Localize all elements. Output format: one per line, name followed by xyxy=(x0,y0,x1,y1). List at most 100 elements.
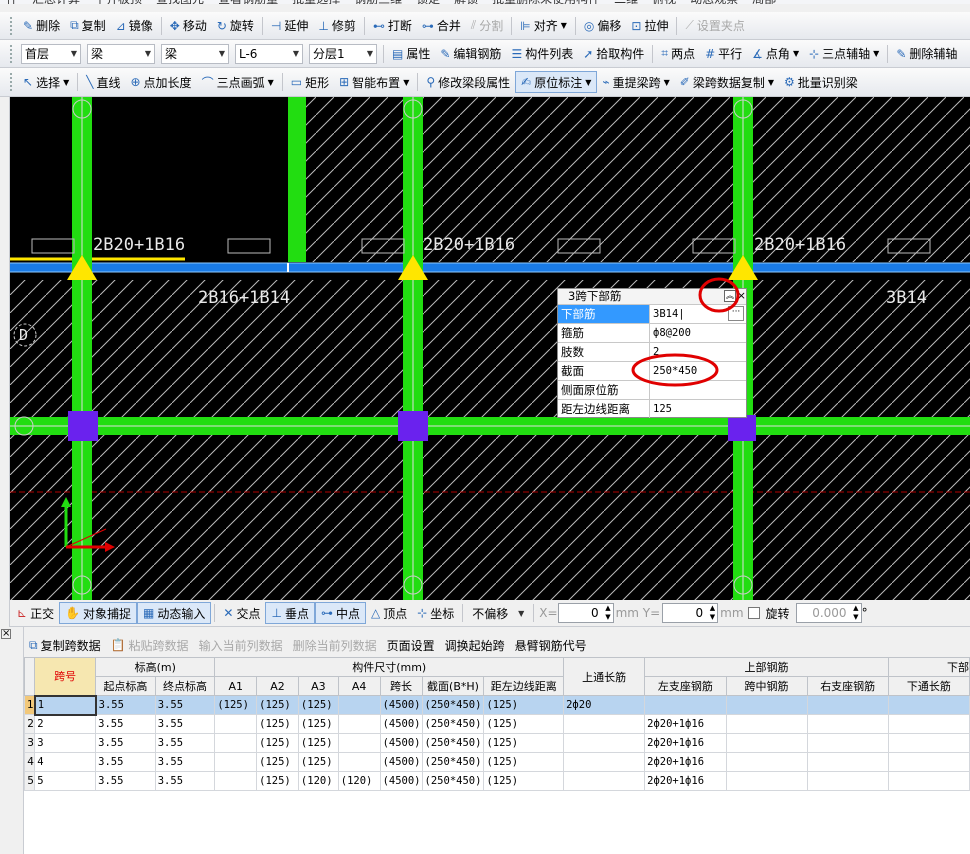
edit-rebar-button[interactable]: ✎ 编辑钢筋 xyxy=(435,43,506,65)
rotate-checkbox[interactable] xyxy=(747,607,760,619)
beam-top-rebar-label[interactable]: 2B20+1B16 xyxy=(754,235,846,255)
close-icon[interactable]: × xyxy=(737,289,746,303)
property-row[interactable]: 箍筋 ф8@200 xyxy=(558,323,746,342)
table-row[interactable]: 1 1 3.55 3.55 (125) (125) (125) (4500) (250*450)… xyxy=(24,694,970,716)
rotate-input[interactable]: 0.000 ▲ ▼ xyxy=(795,603,862,623)
stretch-button[interactable]: ⊡ 拉伸 xyxy=(626,15,673,37)
menu-item[interactable]: 局部 xyxy=(752,0,776,4)
original-annotation-button[interactable]: ✍ 原位标注 ▼ xyxy=(515,71,598,93)
table-cell[interactable]: 3.55 xyxy=(95,714,156,734)
property-value[interactable]: ф8@200 xyxy=(650,324,746,342)
table-cell[interactable] xyxy=(887,752,970,772)
column-header[interactable]: A3 xyxy=(297,676,339,696)
spin-icon[interactable]: ▲ ▼ xyxy=(710,604,715,622)
table-cell[interactable] xyxy=(806,752,889,772)
pick-component-button[interactable]: ➚ 拾取构件 xyxy=(578,43,649,65)
table-cell[interactable] xyxy=(644,695,727,715)
table-cell[interactable] xyxy=(337,695,381,715)
span-data-table[interactable]: 跨号 标高(m) 构件尺寸(mm) 上通长筋 上部钢筋 下部 起点标高 终点标高 A… xyxy=(24,657,970,854)
table-cell[interactable]: 3.55 xyxy=(154,733,216,753)
table-cell[interactable]: (125) xyxy=(483,733,565,753)
property-value[interactable]: 2 xyxy=(650,343,746,361)
table-row[interactable]: 5 5 3.55 3.55 (125) (120) (120) (4500) (250*450)… xyxy=(24,771,970,791)
coordinate-snap[interactable]: ⊹ 坐标 xyxy=(412,602,459,624)
column-header[interactable]: 截面(B*H) xyxy=(421,676,485,696)
menu-item[interactable]: 二维 xyxy=(614,0,638,4)
table-cell[interactable] xyxy=(887,695,970,715)
property-value[interactable]: 125 xyxy=(650,400,746,418)
table-cell[interactable]: 2ф20+1ф16 xyxy=(644,771,727,791)
menu-item[interactable]: 批量删除未使用构件 xyxy=(492,0,600,4)
table-row[interactable]: 4 4 3.55 3.55 (125) (125) (4500) (250*450) (125)… xyxy=(24,752,970,772)
column-header[interactable]: 下通长筋 xyxy=(887,676,970,696)
span-data-copy-button[interactable]: ✐ 梁跨数据复制 ▼ xyxy=(675,71,779,93)
chevron-down-icon[interactable]: ▼ xyxy=(873,49,879,58)
column-header[interactable]: 跨中钢筋 xyxy=(725,676,808,696)
table-cell[interactable]: (125) xyxy=(256,752,299,772)
menu-item[interactable]: 查找图元 xyxy=(156,0,204,4)
three-point-arc-button[interactable]: ⌒ 三点画弧 ▼ xyxy=(197,71,279,93)
table-cell[interactable]: 2ф20+1ф16 xyxy=(644,733,727,753)
delete-button[interactable]: ✎ 删除 xyxy=(18,15,65,37)
table-row[interactable]: 3 3 3.55 3.55 (125) (125) (4500) (250*450) (125)… xyxy=(24,733,970,753)
table-cell[interactable]: 3.55 xyxy=(95,695,156,715)
table-cell[interactable] xyxy=(806,733,889,753)
table-cell[interactable]: (125) xyxy=(483,695,565,715)
column-header[interactable]: A2 xyxy=(256,676,299,696)
category-select[interactable]: 梁 ▼ xyxy=(87,43,155,64)
table-cell[interactable] xyxy=(563,733,646,753)
table-cell[interactable]: (125) xyxy=(483,771,565,791)
chevron-down-icon[interactable]: ▼ xyxy=(768,78,774,87)
column-header[interactable]: 起点标高 xyxy=(95,676,156,696)
beam-bottom-rebar-label[interactable]: 2B16+1B14 xyxy=(198,288,290,308)
break-button[interactable]: ⊷ 打断 xyxy=(368,15,417,37)
table-cell[interactable]: (125) xyxy=(256,771,299,791)
table-action-button[interactable]: 删除当前列数据 xyxy=(288,634,382,656)
table-cell[interactable]: (250*450) xyxy=(421,752,485,772)
beam-top-rebar-label[interactable]: 2B20+1B16 xyxy=(423,235,515,255)
table-cell[interactable]: (125) xyxy=(297,733,339,753)
table-cell[interactable]: 2ф20+1ф16 xyxy=(644,714,727,734)
two-point-button[interactable]: ⌗ 两点 xyxy=(656,43,700,65)
table-cell[interactable]: 2ф20+1ф16 xyxy=(644,752,727,772)
table-cell[interactable]: (250*450) xyxy=(421,714,485,734)
vertex-snap[interactable]: △ 顶点 xyxy=(366,602,412,624)
table-cell[interactable]: (4500) xyxy=(379,771,423,791)
span-property-popup[interactable]: 3跨下部筋 ︽ × 下部筋 3B14| ··· 箍筋 ф8@200 肢数 2 截面 250*45… xyxy=(557,288,747,418)
spin-icon[interactable]: ▲ ▼ xyxy=(605,604,610,622)
table-cell[interactable] xyxy=(725,714,808,734)
spin-icon[interactable]: ▲ ▼ xyxy=(853,604,858,622)
mirror-button[interactable]: ⊿ 镜像 xyxy=(111,15,158,37)
chevron-down-icon[interactable]: ▼ xyxy=(63,78,69,87)
table-cell[interactable] xyxy=(725,733,808,753)
property-button[interactable]: ▤ 属性 xyxy=(387,43,435,65)
move-button[interactable]: ✥ 移动 xyxy=(165,15,212,37)
table-cell[interactable] xyxy=(887,714,970,734)
table-cell[interactable]: (4500) xyxy=(379,752,423,772)
table-cell[interactable] xyxy=(337,752,381,772)
table-cell[interactable] xyxy=(214,752,258,772)
menu-item[interactable]: 查看钢筋量 xyxy=(218,0,278,4)
menu-item[interactable]: 锁定 xyxy=(416,0,440,4)
column-header[interactable]: A4 xyxy=(337,676,381,696)
table-cell[interactable]: 2ф20 xyxy=(563,695,646,715)
offset-select[interactable]: 不偏移 ▼ xyxy=(469,603,527,623)
split-button[interactable]: ⫽ 分割 xyxy=(466,15,508,37)
rectangle-button[interactable]: ▭ 矩形 xyxy=(286,71,334,93)
table-action-button[interactable]: 调换起始跨 xyxy=(440,634,510,656)
chevron-down-icon[interactable]: ▼ xyxy=(585,78,591,87)
table-cell[interactable]: 3.55 xyxy=(95,752,156,772)
perpendicular-snap[interactable]: ⊥ 垂点 xyxy=(265,602,315,624)
close-icon[interactable]: × xyxy=(1,629,11,639)
chevron-down-icon[interactable]: ▼ xyxy=(403,78,409,87)
table-cell[interactable]: 3.55 xyxy=(154,714,216,734)
table-cell[interactable]: 3.55 xyxy=(154,695,216,715)
table-cell[interactable] xyxy=(725,695,808,715)
re-extract-span-button[interactable]: ⌁ 重提梁跨 ▼ xyxy=(597,71,674,93)
property-row[interactable]: 截面 250*450 xyxy=(558,361,746,380)
drawing-canvas[interactable]: 2B20+1B16 2B20+1B16 2B20+1B16 2B16+1B14 … xyxy=(10,97,970,600)
trim-button[interactable]: ⊥ 修剪 xyxy=(313,15,360,37)
parallel-button[interactable]: # 平行 xyxy=(700,43,747,65)
chevron-down-icon[interactable]: ▼ xyxy=(793,49,799,58)
table-action-button[interactable]: 📋 粘贴跨数据 xyxy=(106,634,194,656)
